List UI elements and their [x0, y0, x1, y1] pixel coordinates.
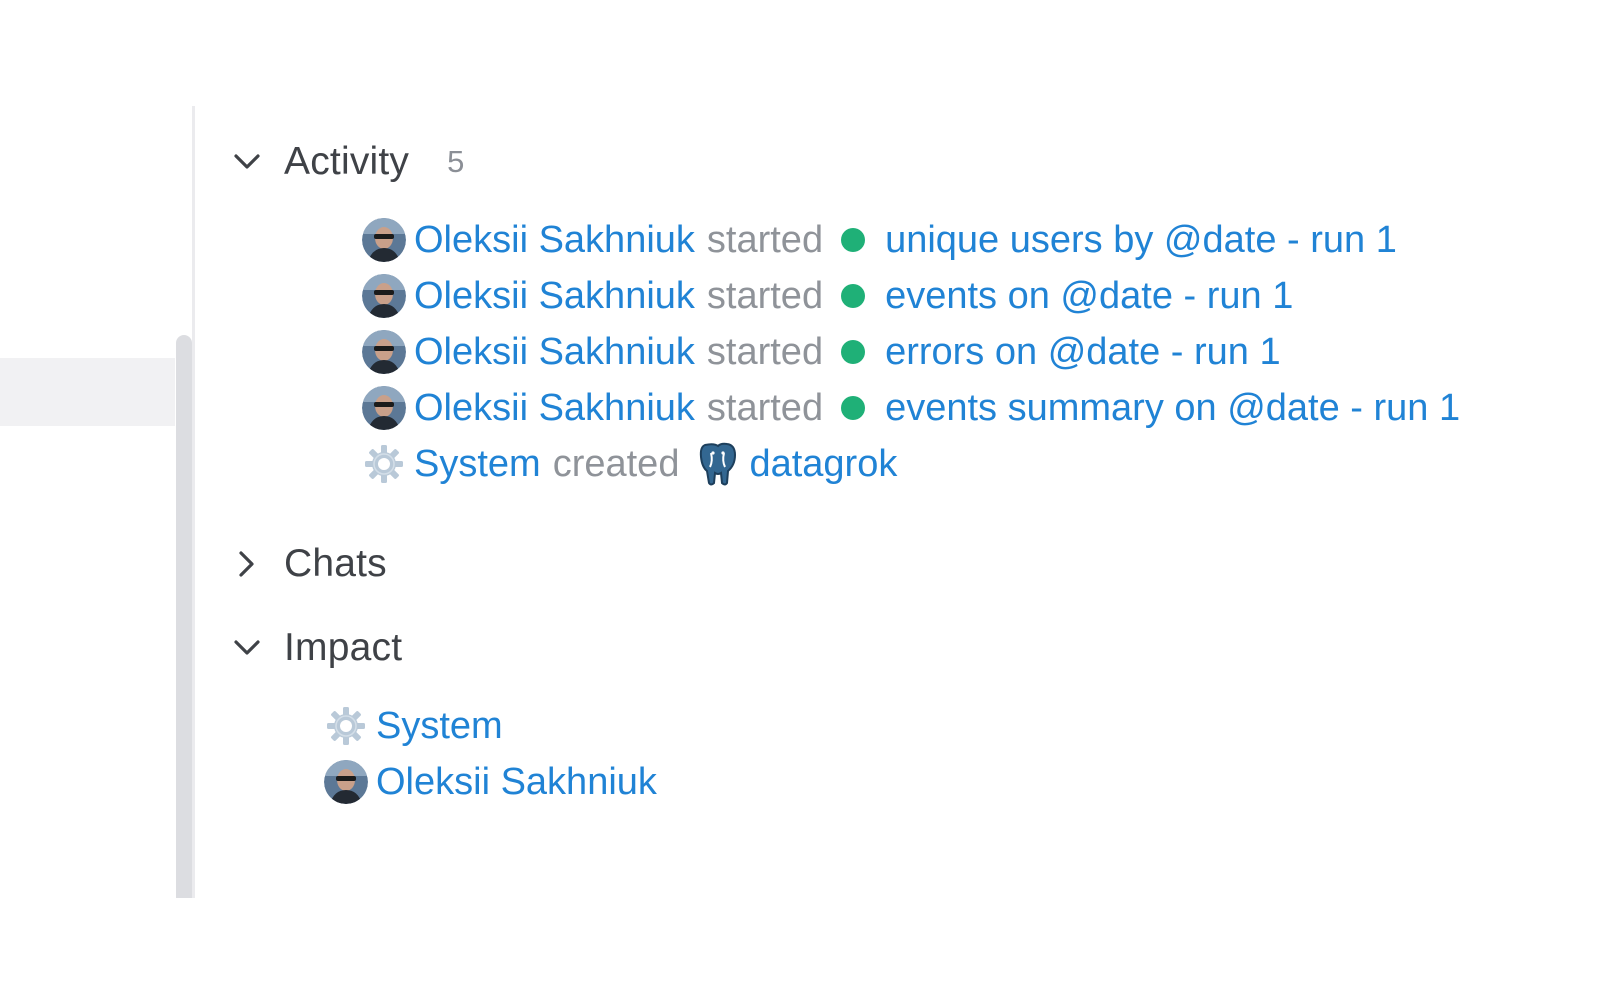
- activity-item: Oleksii Sakhniuk started errors on @date…: [362, 324, 1572, 380]
- impact-user-link[interactable]: Oleksii Sakhniuk: [376, 761, 657, 804]
- impact-item: System: [324, 698, 1572, 754]
- status-dot-icon: [841, 284, 866, 308]
- chats-header[interactable]: Chats: [232, 534, 1572, 594]
- target-link[interactable]: events summary on @date - run 1: [885, 387, 1460, 430]
- action-text: started: [706, 218, 824, 261]
- postgres-elephant-icon: [697, 441, 739, 487]
- impact-item: Oleksii Sakhniuk: [324, 754, 1572, 810]
- status-dot-icon: [841, 340, 866, 364]
- avatar[interactable]: [362, 274, 406, 318]
- user-link[interactable]: Oleksii Sakhniuk: [414, 219, 695, 262]
- impact-header[interactable]: Impact: [232, 618, 1572, 678]
- target-link[interactable]: events on @date - run 1: [885, 275, 1293, 318]
- avatar[interactable]: [362, 218, 406, 262]
- user-link[interactable]: Oleksii Sakhniuk: [414, 331, 695, 374]
- target-link[interactable]: unique users by @date - run 1: [885, 219, 1397, 262]
- activity-item: Oleksii Sakhniuk started unique users by…: [362, 212, 1572, 268]
- activity-item: Oleksii Sakhniuk started events summary …: [362, 380, 1572, 436]
- action-text: started: [706, 386, 824, 429]
- chevron-down-icon[interactable]: [232, 633, 262, 663]
- left-panel-selected-row[interactable]: [0, 358, 175, 426]
- panel-divider[interactable]: [192, 106, 195, 898]
- action-text: started: [706, 330, 824, 373]
- activity-count-badge: 5: [447, 144, 465, 179]
- chevron-down-icon[interactable]: [232, 147, 262, 177]
- page: Activity 5 Oleksii Sakhniuk started uniq…: [0, 0, 1600, 1000]
- action-text: started: [706, 274, 824, 317]
- impact-title: Impact: [284, 626, 403, 669]
- avatar[interactable]: [362, 386, 406, 430]
- chevron-right-icon[interactable]: [232, 549, 262, 579]
- user-link[interactable]: Oleksii Sakhniuk: [414, 387, 695, 430]
- context-panel: Activity 5 Oleksii Sakhniuk started uniq…: [232, 132, 1572, 810]
- activity-list: Oleksii Sakhniuk started unique users by…: [362, 212, 1572, 492]
- target-link[interactable]: datagrok: [749, 443, 897, 486]
- target-link[interactable]: errors on @date - run 1: [885, 331, 1281, 374]
- activity-header[interactable]: Activity 5: [232, 132, 1572, 192]
- status-dot-icon: [841, 228, 866, 252]
- action-text: created: [552, 442, 680, 485]
- impact-list: System Oleksii Sakhniuk: [324, 698, 1572, 810]
- status-dot-icon: [841, 396, 866, 420]
- gear-icon: [362, 442, 406, 486]
- chats-title: Chats: [284, 542, 387, 585]
- avatar[interactable]: [362, 330, 406, 374]
- activity-title: Activity: [284, 140, 410, 183]
- gear-icon: [324, 704, 368, 748]
- avatar[interactable]: [324, 760, 368, 804]
- chats-section: Chats: [232, 534, 1572, 594]
- user-link[interactable]: Oleksii Sakhniuk: [414, 275, 695, 318]
- activity-item: System created datagrok: [362, 436, 1572, 492]
- user-link[interactable]: System: [414, 443, 541, 486]
- scrollbar-thumb[interactable]: [176, 335, 192, 898]
- activity-section: Activity 5 Oleksii Sakhniuk started uniq…: [232, 132, 1572, 492]
- activity-item: Oleksii Sakhniuk started events on @date…: [362, 268, 1572, 324]
- impact-user-link[interactable]: System: [376, 705, 503, 748]
- impact-section: Impact System Oleksii Sakhniuk: [232, 618, 1572, 810]
